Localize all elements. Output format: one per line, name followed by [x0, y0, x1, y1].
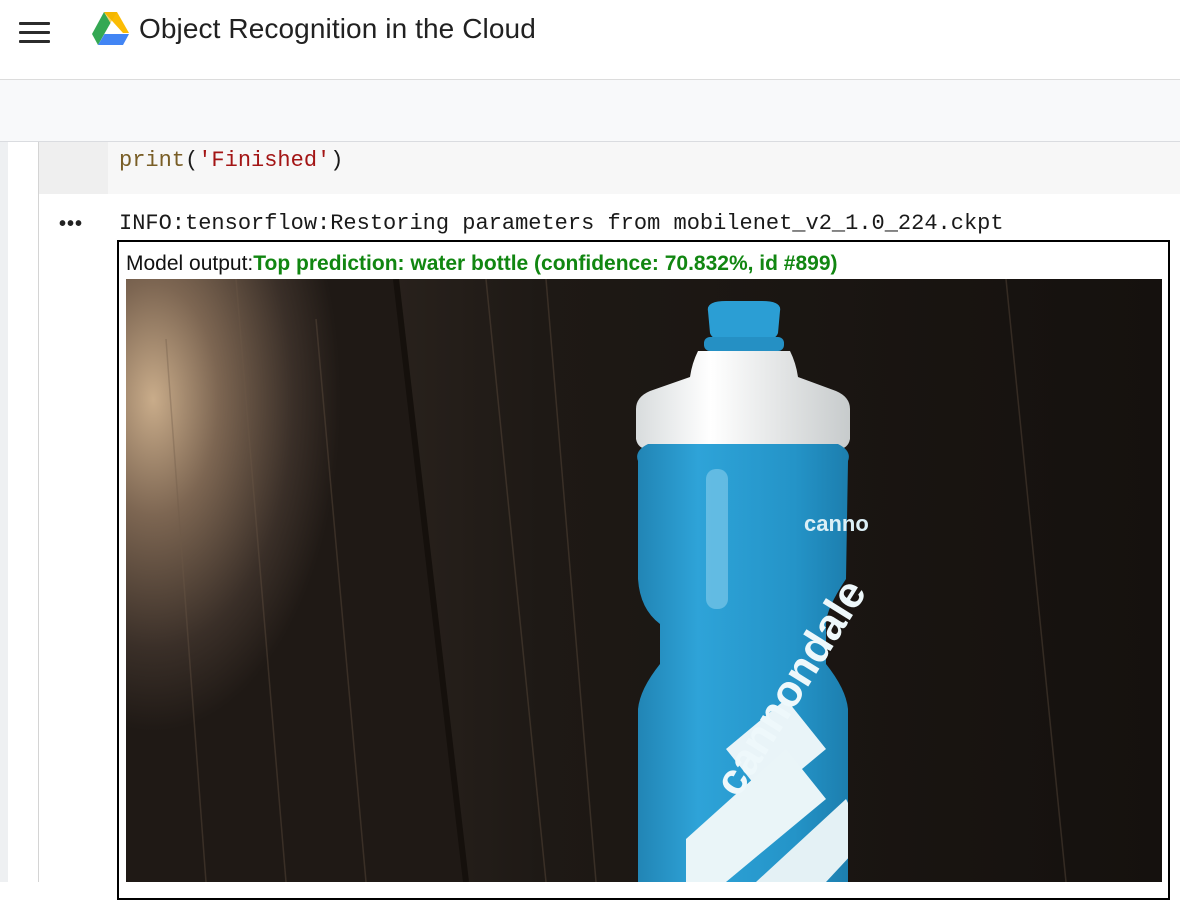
notebook-title[interactable]: Object Recognition in the Cloud [139, 13, 536, 45]
model-output-line: Model output:Top prediction: water bottl… [126, 252, 838, 276]
code-line[interactable]: print('Finished') [119, 148, 343, 173]
hamburger-menu-icon[interactable] [14, 14, 56, 50]
toolbar-strip [0, 80, 1180, 142]
model-output-label: Model output: [126, 252, 254, 275]
water-bottle-photo: canno cannondale [126, 279, 1162, 882]
app-header: Object Recognition in the Cloud [0, 0, 1180, 80]
code-open-paren: ( [185, 148, 199, 173]
left-rail [0, 142, 8, 882]
cell-border [38, 142, 39, 882]
webcam-photo: canno cannondale [126, 279, 1162, 882]
bottle-brand-top: canno [804, 511, 869, 536]
code-function: print [119, 148, 186, 173]
more-horiz-icon[interactable]: ••• [59, 214, 91, 236]
stream-output-text: INFO:tensorflow:Restoring parameters fro… [119, 211, 1004, 236]
prediction-text: Top prediction: water bottle (confidence… [253, 252, 838, 275]
code-close-paren: ) [330, 148, 344, 173]
code-cell-gutter[interactable] [39, 142, 108, 194]
google-drive-logo [92, 12, 129, 45]
code-string: 'Finished' [198, 148, 331, 173]
